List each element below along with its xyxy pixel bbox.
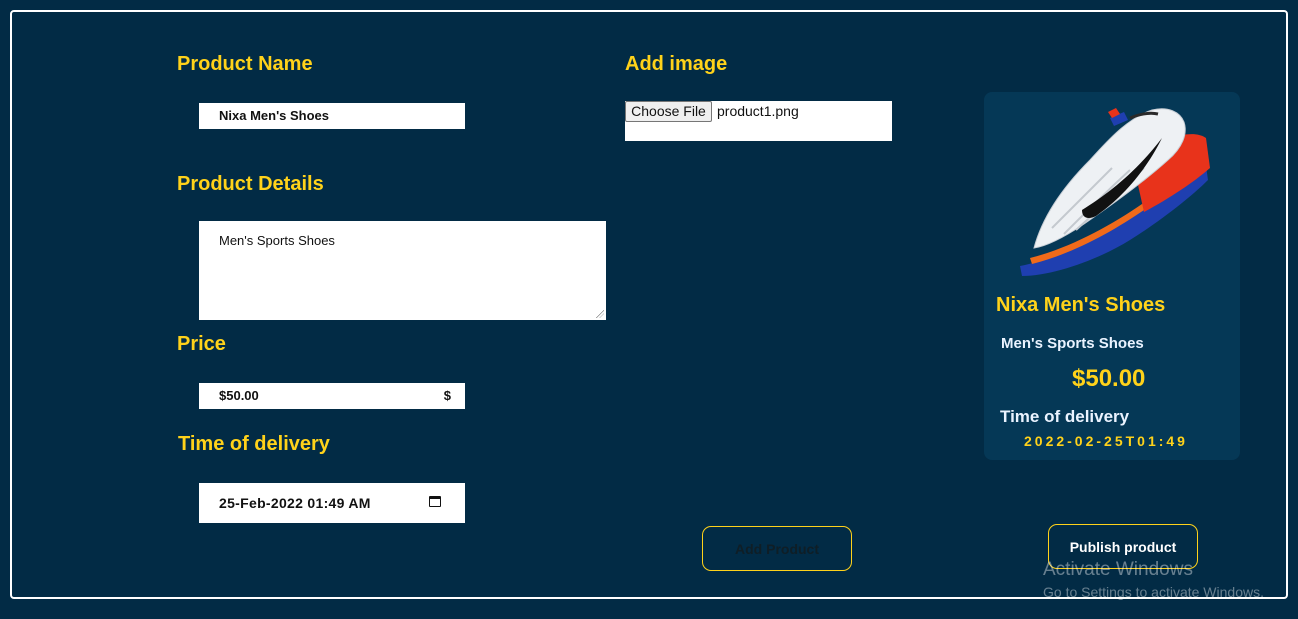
preview-price: $50.00	[1072, 365, 1146, 392]
preview-delivery-value: 2022-02-25T01:49	[1024, 433, 1188, 449]
price-value: $50.00	[219, 388, 259, 403]
delivery-label: Time of delivery	[178, 433, 330, 455]
preview-delivery-label: Time of delivery	[1000, 407, 1130, 426]
add-image-label: Add image	[625, 53, 728, 75]
product-details-text: Men's Sports Shoes	[219, 233, 335, 248]
add-product-button[interactable]: Add Product	[702, 526, 852, 571]
preview-description: Men's Sports Shoes	[1001, 335, 1144, 352]
product-details-textarea[interactable]: Men's Sports Shoes	[199, 221, 606, 320]
product-preview-card: Nixa Men's Shoes Men's Sports Shoes $50.…	[984, 92, 1240, 460]
delivery-datetime-value: 25-Feb-2022 01:49 AM	[219, 495, 371, 511]
file-name: product1.png	[717, 103, 799, 119]
product-name-input[interactable]: Nixa Men's Shoes	[199, 103, 465, 129]
product-name-label: Product Name	[177, 53, 313, 75]
file-input[interactable]: Choose File product1.png	[625, 101, 892, 141]
activate-windows-hint: Go to Settings to activate Windows.	[1043, 584, 1264, 600]
price-input[interactable]: $50.00 $	[199, 383, 465, 409]
delivery-datetime-input[interactable]: 25-Feb-2022 01:49 AM	[199, 483, 465, 523]
activate-windows-watermark: Activate Windows	[1043, 559, 1193, 580]
price-label: Price	[177, 333, 226, 355]
dollar-icon: $	[443, 388, 451, 403]
product-details-label: Product Details	[177, 173, 324, 195]
choose-file-button[interactable]: Choose File	[625, 101, 712, 122]
preview-title: Nixa Men's Shoes	[996, 294, 1166, 316]
calendar-icon[interactable]	[429, 496, 441, 507]
sneaker-image	[1020, 108, 1210, 276]
resize-grip-icon[interactable]	[596, 310, 604, 318]
